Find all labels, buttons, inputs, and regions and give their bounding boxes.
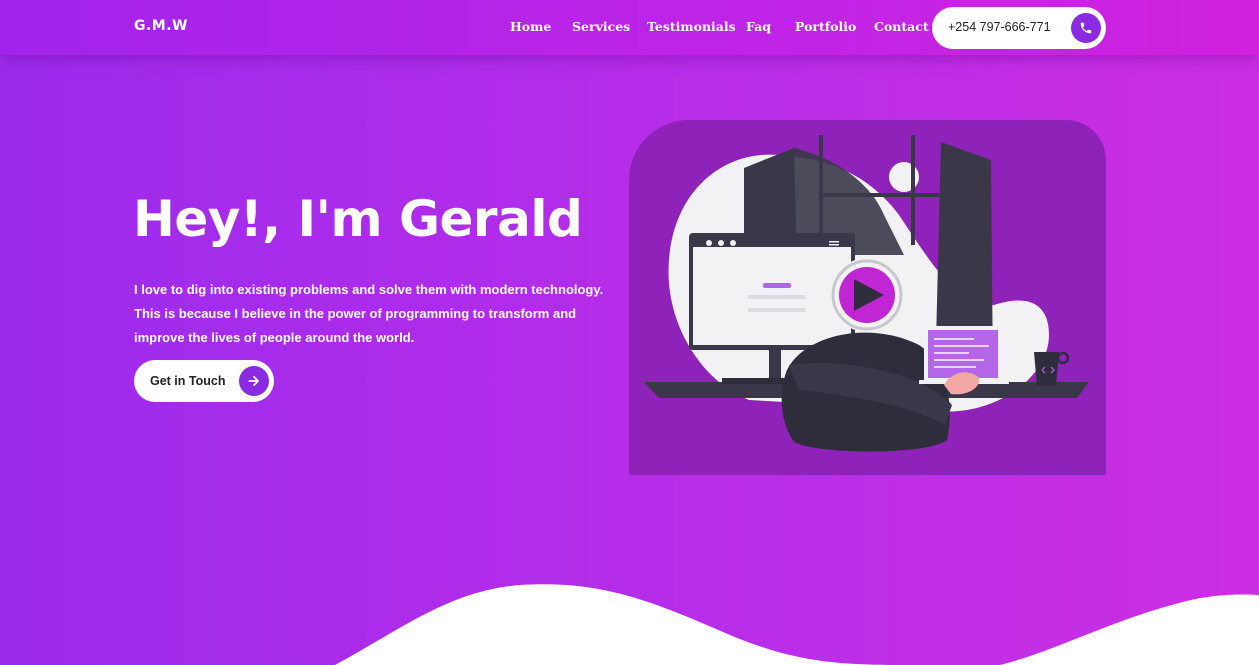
hero-paragraph-line: I love to dig into existing problems and… <box>134 282 604 297</box>
navbar: G.M.W Home Services Testimonials Faq Por… <box>0 0 1259 55</box>
hero-illustration <box>629 120 1106 475</box>
hero-paragraph-line: This is because I believe in the power o… <box>134 306 577 321</box>
hero-title: Hey!, I'm Gerald <box>133 190 583 248</box>
nav-contact[interactable]: Contact <box>874 19 929 34</box>
nav-services[interactable]: Services <box>572 19 630 34</box>
hero-paragraph: I love to dig into existing problems and… <box>134 278 614 350</box>
phone-number: +254 797-666-771 <box>948 20 1051 34</box>
arrow-right-icon <box>239 366 269 396</box>
nav-faq[interactable]: Faq <box>746 19 771 34</box>
nav-testimonials[interactable]: Testimonials <box>647 19 736 34</box>
nav-home[interactable]: Home <box>510 19 551 34</box>
nav-portfolio[interactable]: Portfolio <box>795 19 856 34</box>
phone-button[interactable]: +254 797-666-771 <box>932 7 1106 49</box>
hero-paragraph-line: improve the lives of people around the w… <box>134 330 415 345</box>
get-in-touch-label: Get in Touch <box>150 374 226 388</box>
get-in-touch-button[interactable]: Get in Touch <box>134 360 274 402</box>
phone-icon <box>1071 13 1101 43</box>
bottom-wave <box>335 584 1259 665</box>
